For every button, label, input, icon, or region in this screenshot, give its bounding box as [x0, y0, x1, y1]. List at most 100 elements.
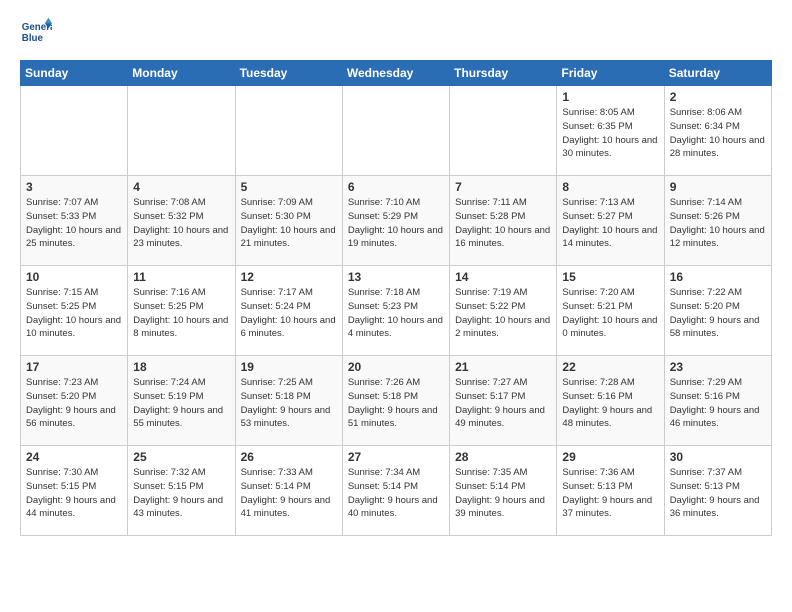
day-info: Sunrise: 7:10 AM Sunset: 5:29 PM Dayligh…	[348, 196, 444, 251]
day-cell: 20 Sunrise: 7:26 AM Sunset: 5:18 PM Dayli…	[342, 356, 449, 446]
day-cell: 17 Sunrise: 7:23 AM Sunset: 5:20 PM Dayli…	[21, 356, 128, 446]
week-row-2: 3 Sunrise: 7:07 AM Sunset: 5:33 PM Daylig…	[21, 176, 772, 266]
weekday-header-tuesday: Tuesday	[235, 61, 342, 86]
calendar: SundayMondayTuesdayWednesdayThursdayFrid…	[20, 60, 772, 536]
day-cell: 14Sunrise: 7:19 AM Sunset: 5:22 PM Dayli…	[450, 266, 557, 356]
logo: General Blue	[20, 16, 52, 48]
week-row-5: 24 Sunrise: 7:30 AM Sunset: 5:15 PM Dayli…	[21, 446, 772, 536]
day-cell: 6 Sunrise: 7:10 AM Sunset: 5:29 PM Daylig…	[342, 176, 449, 266]
day-cell: 3 Sunrise: 7:07 AM Sunset: 5:33 PM Daylig…	[21, 176, 128, 266]
day-number: 5	[241, 180, 337, 194]
day-info: Sunrise: 7:15 AM Sunset: 5:25 PM Dayligh…	[26, 286, 122, 341]
day-info: Sunrise: 7:14 AM Sunset: 5:26 PM Dayligh…	[670, 196, 766, 251]
day-number: 23	[670, 360, 766, 374]
week-row-3: 10 Sunrise: 7:15 AM Sunset: 5:25 PM Dayli…	[21, 266, 772, 356]
day-info: Sunrise: 7:27 AM Sunset: 5:17 PM Dayligh…	[455, 376, 551, 431]
day-info: Sunrise: 7:19 AM Sunset: 5:22 PM Dayligh…	[455, 286, 551, 341]
page: General Blue SundayMondayTuesdayWednesda…	[0, 0, 792, 556]
day-cell: 30 Sunrise: 7:37 AM Sunset: 5:13 PM Dayli…	[664, 446, 771, 536]
day-number: 6	[348, 180, 444, 194]
day-info: Sunrise: 7:20 AM Sunset: 5:21 PM Dayligh…	[562, 286, 658, 341]
day-info: Sunrise: 7:26 AM Sunset: 5:18 PM Dayligh…	[348, 376, 444, 431]
weekday-header-friday: Friday	[557, 61, 664, 86]
day-number: 11	[133, 270, 229, 284]
day-cell: 2Sunrise: 8:06 AM Sunset: 6:34 PM Daylig…	[664, 86, 771, 176]
day-number: 12	[241, 270, 337, 284]
day-cell: 5 Sunrise: 7:09 AM Sunset: 5:30 PM Daylig…	[235, 176, 342, 266]
day-cell: 8 Sunrise: 7:13 AM Sunset: 5:27 PM Daylig…	[557, 176, 664, 266]
day-info: Sunrise: 7:08 AM Sunset: 5:32 PM Dayligh…	[133, 196, 229, 251]
day-number: 27	[348, 450, 444, 464]
day-info: Sunrise: 7:36 AM Sunset: 5:13 PM Dayligh…	[562, 466, 658, 521]
day-number: 10	[26, 270, 122, 284]
day-number: 3	[26, 180, 122, 194]
day-cell: 16 Sunrise: 7:22 AM Sunset: 5:20 PM Dayli…	[664, 266, 771, 356]
day-cell	[235, 86, 342, 176]
day-info: Sunrise: 7:28 AM Sunset: 5:16 PM Dayligh…	[562, 376, 658, 431]
day-info: Sunrise: 7:35 AM Sunset: 5:14 PM Dayligh…	[455, 466, 551, 521]
weekday-header-saturday: Saturday	[664, 61, 771, 86]
day-cell: 13 Sunrise: 7:18 AM Sunset: 5:23 PM Dayli…	[342, 266, 449, 356]
day-info: Sunrise: 7:07 AM Sunset: 5:33 PM Dayligh…	[26, 196, 122, 251]
day-info: Sunrise: 7:16 AM Sunset: 5:25 PM Dayligh…	[133, 286, 229, 341]
day-cell: 11 Sunrise: 7:16 AM Sunset: 5:25 PM Dayli…	[128, 266, 235, 356]
day-info: Sunrise: 7:30 AM Sunset: 5:15 PM Dayligh…	[26, 466, 122, 521]
day-number: 29	[562, 450, 658, 464]
day-cell: 22 Sunrise: 7:28 AM Sunset: 5:16 PM Dayli…	[557, 356, 664, 446]
day-info: Sunrise: 7:32 AM Sunset: 5:15 PM Dayligh…	[133, 466, 229, 521]
day-cell: 26Sunrise: 7:33 AM Sunset: 5:14 PM Dayli…	[235, 446, 342, 536]
day-info: Sunrise: 7:23 AM Sunset: 5:20 PM Dayligh…	[26, 376, 122, 431]
day-info: Sunrise: 7:09 AM Sunset: 5:30 PM Dayligh…	[241, 196, 337, 251]
day-number: 17	[26, 360, 122, 374]
day-number: 22	[562, 360, 658, 374]
day-cell: 24 Sunrise: 7:30 AM Sunset: 5:15 PM Dayli…	[21, 446, 128, 536]
day-info: Sunrise: 7:22 AM Sunset: 5:20 PM Dayligh…	[670, 286, 766, 341]
day-number: 9	[670, 180, 766, 194]
weekday-header-sunday: Sunday	[21, 61, 128, 86]
day-info: Sunrise: 7:24 AM Sunset: 5:19 PM Dayligh…	[133, 376, 229, 431]
day-info: Sunrise: 7:11 AM Sunset: 5:28 PM Dayligh…	[455, 196, 551, 251]
day-cell: 9 Sunrise: 7:14 AM Sunset: 5:26 PM Daylig…	[664, 176, 771, 266]
day-cell	[450, 86, 557, 176]
day-cell	[128, 86, 235, 176]
day-cell: 28 Sunrise: 7:35 AM Sunset: 5:14 PM Dayli…	[450, 446, 557, 536]
day-number: 19	[241, 360, 337, 374]
day-cell: 25 Sunrise: 7:32 AM Sunset: 5:15 PM Dayli…	[128, 446, 235, 536]
weekday-header-monday: Monday	[128, 61, 235, 86]
day-cell: 15 Sunrise: 7:20 AM Sunset: 5:21 PM Dayli…	[557, 266, 664, 356]
day-cell: 18 Sunrise: 7:24 AM Sunset: 5:19 PM Dayli…	[128, 356, 235, 446]
week-row-4: 17 Sunrise: 7:23 AM Sunset: 5:20 PM Dayli…	[21, 356, 772, 446]
day-number: 20	[348, 360, 444, 374]
day-number: 15	[562, 270, 658, 284]
weekday-header-wednesday: Wednesday	[342, 61, 449, 86]
day-number: 4	[133, 180, 229, 194]
day-cell: 23 Sunrise: 7:29 AM Sunset: 5:16 PM Dayli…	[664, 356, 771, 446]
day-info: Sunrise: 7:18 AM Sunset: 5:23 PM Dayligh…	[348, 286, 444, 341]
svg-text:Blue: Blue	[22, 33, 44, 44]
day-cell	[342, 86, 449, 176]
day-number: 7	[455, 180, 551, 194]
day-number: 24	[26, 450, 122, 464]
day-number: 18	[133, 360, 229, 374]
day-number: 13	[348, 270, 444, 284]
day-cell: 19Sunrise: 7:25 AM Sunset: 5:18 PM Dayli…	[235, 356, 342, 446]
day-info: Sunrise: 7:33 AM Sunset: 5:14 PM Dayligh…	[241, 466, 337, 521]
week-row-1: 1Sunrise: 8:05 AM Sunset: 6:35 PM Daylig…	[21, 86, 772, 176]
day-number: 28	[455, 450, 551, 464]
day-cell: 21 Sunrise: 7:27 AM Sunset: 5:17 PM Dayli…	[450, 356, 557, 446]
day-info: Sunrise: 7:13 AM Sunset: 5:27 PM Dayligh…	[562, 196, 658, 251]
day-info: Sunrise: 7:29 AM Sunset: 5:16 PM Dayligh…	[670, 376, 766, 431]
day-cell: 10 Sunrise: 7:15 AM Sunset: 5:25 PM Dayli…	[21, 266, 128, 356]
day-number: 16	[670, 270, 766, 284]
day-number: 25	[133, 450, 229, 464]
day-info: Sunrise: 8:05 AM Sunset: 6:35 PM Dayligh…	[562, 106, 658, 161]
day-cell: 27Sunrise: 7:34 AM Sunset: 5:14 PM Dayli…	[342, 446, 449, 536]
day-number: 30	[670, 450, 766, 464]
day-number: 2	[670, 90, 766, 104]
day-number: 21	[455, 360, 551, 374]
day-number: 8	[562, 180, 658, 194]
day-info: Sunrise: 7:17 AM Sunset: 5:24 PM Dayligh…	[241, 286, 337, 341]
day-info: Sunrise: 7:37 AM Sunset: 5:13 PM Dayligh…	[670, 466, 766, 521]
logo-icon: General Blue	[20, 16, 52, 48]
header: General Blue	[20, 16, 772, 48]
